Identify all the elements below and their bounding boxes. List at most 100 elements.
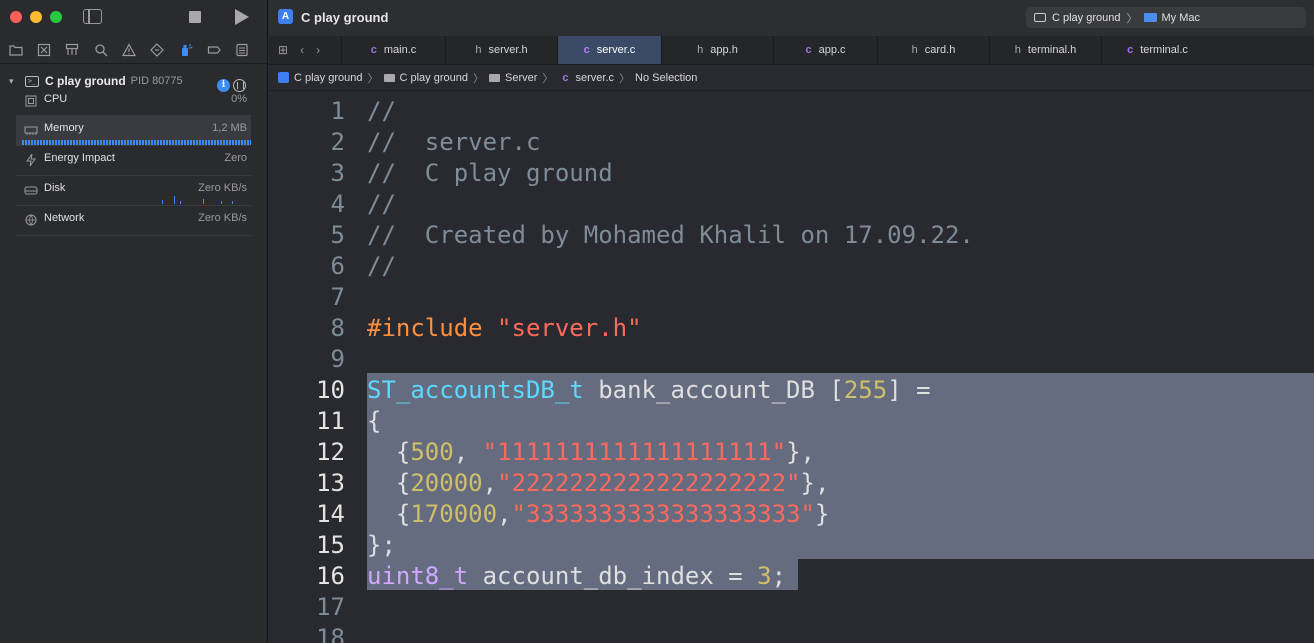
- tab-terminal-h[interactable]: h terminal.h: [989, 36, 1101, 64]
- gauge-energy[interactable]: Energy Impact Zero: [16, 146, 251, 176]
- code-line[interactable]: 5 // Created by Mohamed Khalil on 17.09.2…: [269, 219, 974, 250]
- code-text: #include "server.h": [367, 314, 642, 342]
- tab-app-h[interactable]: h app.h: [661, 36, 773, 64]
- sidebar-toggle-icon[interactable]: [83, 9, 102, 24]
- tab-label: server.h: [488, 44, 528, 56]
- close-window-button[interactable]: [10, 11, 22, 23]
- code-line[interactable]: 4 //: [269, 188, 396, 219]
- scheme-destination[interactable]: My Mac: [1162, 12, 1201, 24]
- tab-server-c[interactable]: c server.c: [557, 36, 661, 64]
- run-icon[interactable]: [235, 9, 249, 25]
- breadcrumb-file[interactable]: c server.c 〉: [558, 70, 635, 86]
- gauge-label: Network: [44, 212, 85, 224]
- line-number[interactable]: 9: [269, 345, 345, 373]
- zoom-window-button[interactable]: [50, 11, 62, 23]
- code-line[interactable]: 14 {170000,"3333333333333333333"}: [269, 498, 829, 529]
- code-token-plain: {: [367, 406, 382, 435]
- code-line[interactable]: 3 // C play ground: [269, 157, 613, 188]
- gauge-memory[interactable]: Memory 1,2 MB: [16, 116, 251, 146]
- threads-icon[interactable]: [233, 79, 246, 92]
- code-token-plain: };: [367, 530, 396, 559]
- line-number[interactable]: 13: [269, 469, 345, 497]
- line-number[interactable]: 2: [269, 128, 345, 156]
- code-text: // server.c: [367, 128, 540, 156]
- line-number[interactable]: 12: [269, 438, 345, 466]
- line-number[interactable]: 8: [269, 314, 345, 342]
- code-line[interactable]: 10 ST_accountsDB_t bank_account_DB [255] …: [269, 374, 930, 405]
- code-line[interactable]: 12 {500, "1111111111111111111"},: [269, 436, 815, 467]
- code-token-num: 3: [757, 561, 772, 590]
- line-number[interactable]: 15: [269, 531, 345, 559]
- line-number[interactable]: 5: [269, 221, 345, 249]
- code-line[interactable]: 18: [269, 622, 367, 643]
- chevron-right-icon: 〉: [542, 72, 554, 85]
- code-token-plain: ,: [482, 468, 498, 497]
- tab-server-h[interactable]: h server.h: [445, 36, 557, 64]
- code-token-plain: }: [814, 499, 830, 528]
- code-line[interactable]: 6 //: [269, 250, 396, 281]
- code-editor[interactable]: 1 // 2 // server.c 3 // C play ground 4 // 5 // C…: [269, 93, 1314, 643]
- code-line[interactable]: 11 {: [269, 405, 381, 436]
- gauge-disk[interactable]: Disk Zero KB/s: [16, 176, 251, 206]
- gauge-cpu[interactable]: CPU 0%: [16, 92, 251, 116]
- gauge-value: Zero KB/s: [198, 182, 247, 194]
- code-line[interactable]: 16 uint8_t account_db_index = 3;: [269, 560, 786, 591]
- line-number[interactable]: 14: [269, 500, 345, 528]
- breadcrumb-symbol[interactable]: No Selection: [635, 72, 697, 84]
- code-line[interactable]: 17: [269, 591, 367, 622]
- line-number[interactable]: 4: [269, 190, 345, 218]
- find-navigator-search-icon[interactable]: [91, 41, 110, 59]
- breadcrumb-folder[interactable]: Server 〉: [489, 70, 558, 86]
- minimize-window-button[interactable]: [30, 11, 42, 23]
- line-number[interactable]: 17: [269, 593, 345, 621]
- code-line[interactable]: 15};: [269, 529, 396, 560]
- line-number[interactable]: 18: [269, 624, 345, 643]
- code-line[interactable]: 8 #include "server.h": [269, 312, 642, 343]
- line-number[interactable]: 16: [269, 562, 345, 590]
- disk-spike: [232, 201, 233, 204]
- forward-chevron-icon[interactable]: ›: [316, 43, 320, 57]
- breadcrumb-project[interactable]: C play ground 〉: [278, 70, 384, 86]
- line-number[interactable]: 7: [269, 283, 345, 311]
- code-line[interactable]: 2 // server.c: [269, 126, 541, 157]
- memory-icon: [24, 123, 38, 135]
- line-number[interactable]: 1: [269, 97, 345, 125]
- line-number[interactable]: 10: [269, 376, 345, 404]
- sidebar-toolbar: [0, 0, 267, 36]
- code-text: {20000,"2222222222222222222"},: [367, 468, 830, 497]
- code-line[interactable]: 7: [269, 281, 367, 312]
- cpu-icon: [24, 94, 38, 107]
- related-items-grid-icon[interactable]: ⊞: [278, 43, 288, 57]
- tab-app-c[interactable]: c app.c: [773, 36, 877, 64]
- test-navigator-diamond-icon[interactable]: [148, 41, 167, 59]
- code-line[interactable]: 13 {20000,"2222222222222222222"},: [269, 467, 829, 498]
- gauge-network[interactable]: Network Zero KB/s: [16, 206, 251, 236]
- tab-label: app.h: [710, 44, 738, 56]
- disclosure-chevron-icon[interactable]: ▾: [9, 76, 25, 87]
- code-line[interactable]: 9: [269, 343, 367, 374]
- code-token-str: "3333333333333333333": [511, 499, 815, 528]
- line-number[interactable]: 11: [269, 407, 345, 435]
- scheme-selector[interactable]: C play ground 〉 My Mac: [1026, 7, 1306, 28]
- code-token-num: 20000: [410, 468, 483, 497]
- report-navigator-icon[interactable]: [233, 41, 252, 59]
- project-navigator-folder-icon[interactable]: [6, 41, 25, 59]
- tab-card-h[interactable]: h card.h: [877, 36, 989, 64]
- scheme-target[interactable]: C play ground: [1052, 12, 1121, 24]
- back-chevron-icon[interactable]: ‹: [300, 43, 304, 57]
- symbol-navigator-icon[interactable]: [63, 41, 82, 59]
- info-icon[interactable]: i: [217, 79, 230, 92]
- code-line[interactable]: 1 //: [269, 95, 396, 126]
- issue-navigator-warning-icon[interactable]: [119, 41, 138, 59]
- breadcrumb-group[interactable]: C play ground 〉: [383, 70, 490, 86]
- code-token-comment: //: [367, 96, 396, 125]
- tab-main-c[interactable]: c main.c: [341, 36, 445, 64]
- line-number[interactable]: 6: [269, 252, 345, 280]
- debug-navigator-spray-icon[interactable]: [176, 41, 195, 59]
- tab-terminal-c[interactable]: c terminal.c: [1101, 36, 1213, 64]
- source-control-icon[interactable]: [34, 41, 53, 59]
- breakpoint-navigator-icon[interactable]: [204, 41, 223, 59]
- c-file-icon: c: [562, 71, 569, 84]
- line-number[interactable]: 3: [269, 159, 345, 187]
- stop-icon[interactable]: [189, 11, 201, 23]
